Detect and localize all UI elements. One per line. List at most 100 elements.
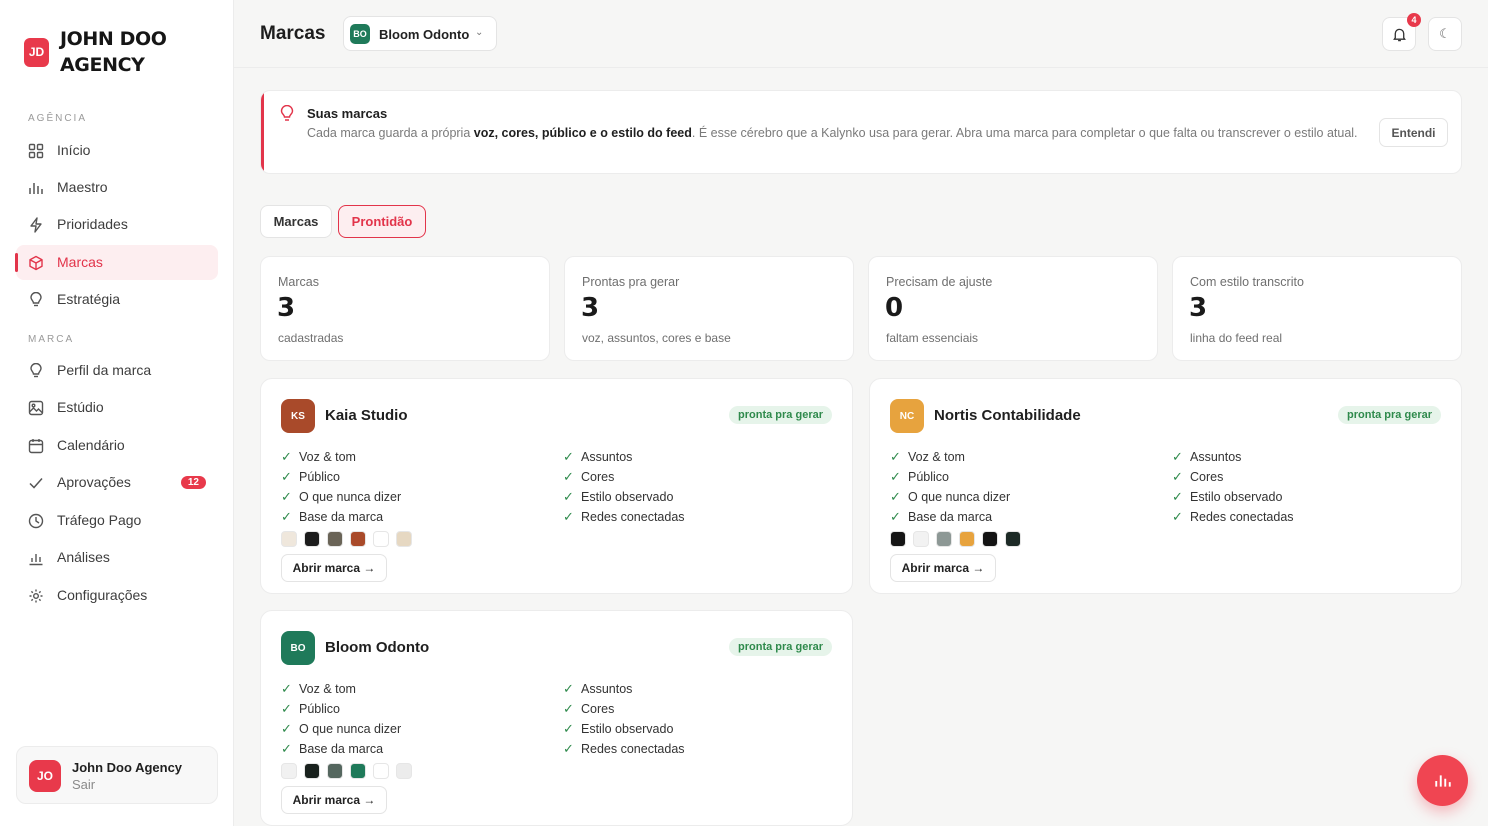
user-card[interactable]: JO John Doo Agency Sair <box>16 746 218 804</box>
checklist-label: Assuntos <box>581 682 633 696</box>
brand-selector[interactable]: BO Bloom Odonto ⌄ <box>343 16 497 51</box>
banner-text-part: Cada marca guarda a própria <box>307 126 474 140</box>
check-icon: ✓ <box>563 741 574 756</box>
check-icon: ✓ <box>563 509 574 524</box>
calendar-icon <box>28 439 44 454</box>
sidebar-item-label: Análises <box>57 549 110 565</box>
sidebar-item-maestro[interactable]: Maestro <box>16 170 218 205</box>
brand-name[interactable]: Nortis Contabilidade <box>934 407 1081 424</box>
color-swatch <box>982 531 998 547</box>
color-swatch <box>913 531 929 547</box>
check-icon: ✓ <box>1172 449 1183 464</box>
check-icon: ✓ <box>281 721 292 736</box>
stat-subtitle: linha do feed real <box>1190 331 1283 345</box>
notifications-button[interactable]: 4 <box>1382 13 1421 51</box>
notification-count-badge: 4 <box>1407 13 1421 27</box>
color-swatch <box>396 763 412 779</box>
checklist-item: ✓ Estilo observado <box>563 487 823 507</box>
color-swatch <box>281 763 297 779</box>
open-brand-button[interactable]: Abrir marca → <box>281 786 387 814</box>
dismiss-banner-button[interactable]: Entendi <box>1379 118 1448 147</box>
sidebar-item-trafego-pago[interactable]: Tráfego Pago <box>16 503 218 538</box>
stat-card: Prontas pra gerar 3 voz, assuntos, cores… <box>564 256 854 361</box>
check-icon: ✓ <box>281 449 292 464</box>
checklist-label: Base da marca <box>908 510 993 524</box>
sidebar-item-label: Marcas <box>57 254 103 270</box>
banner-text-part: . É esse cérebro que a Kalynko usa para … <box>691 126 1358 140</box>
checklist-label: Estilo observado <box>1190 490 1283 504</box>
tab-prontidao[interactable]: Prontidão <box>338 205 426 238</box>
tab-marcas[interactable]: Marcas <box>260 205 332 238</box>
checklist-label: Redes conectadas <box>581 742 685 756</box>
open-brand-button[interactable]: Abrir marca → <box>281 554 387 582</box>
check-icon: ✓ <box>281 469 292 484</box>
brand-name[interactable]: Kaia Studio <box>325 407 408 424</box>
bulb-icon <box>280 105 294 121</box>
checklist-label: Voz & tom <box>299 450 356 464</box>
avatar: JO <box>29 760 61 792</box>
check-icon: ✓ <box>563 469 574 484</box>
nav-section-marca: MARCA <box>28 334 75 345</box>
stat-label: Precisam de ajuste <box>886 275 993 289</box>
checklist-item: ✓ Base da marca <box>281 507 541 527</box>
check-icon: ✓ <box>281 741 292 756</box>
theme-toggle-button[interactable]: ☾ <box>1428 17 1462 51</box>
sidebar-item-aprovacoes[interactable]: Aprovações 12 <box>16 465 218 500</box>
agency-name: JOHN DOO AGENCY <box>60 28 167 76</box>
checklist-label: Público <box>299 470 340 484</box>
checklist-item: ✓ Redes conectadas <box>563 507 823 527</box>
logout-link[interactable]: Sair <box>72 777 95 792</box>
sidebar-item-inicio[interactable]: Início <box>16 133 218 168</box>
stat-value: 0 <box>885 293 904 323</box>
analytics-fab-button[interactable] <box>1417 755 1468 806</box>
check-icon: ✓ <box>281 509 292 524</box>
color-swatch <box>327 763 343 779</box>
sidebar-item-configuracoes[interactable]: Configurações <box>16 578 218 613</box>
checklist-label: O que nunca dizer <box>299 722 402 736</box>
color-swatch <box>890 531 906 547</box>
sidebar-item-perfil-da-marca[interactable]: Perfil da marca <box>16 353 218 388</box>
checklist-item: ✓ Redes conectadas <box>1172 507 1432 527</box>
gear-icon <box>29 589 43 603</box>
chevron-down-icon: ⌄ <box>475 27 484 38</box>
checklist-left: ✓ Voz & tom ✓ Público ✓ O que nunca dizer ✓ Bas… <box>281 679 541 759</box>
sidebar-item-label: Aprovações <box>57 474 131 490</box>
brand-card-nortis-contabilidade: NC Nortis Contabilidade pronta pra gerar ✓ V… <box>869 378 1462 594</box>
checklist-label: Redes conectadas <box>581 510 685 524</box>
image-icon <box>28 400 44 416</box>
color-swatch <box>373 763 389 779</box>
sidebar-item-estudio[interactable]: Estúdio <box>16 390 218 425</box>
color-swatch <box>373 531 389 547</box>
cube-icon <box>29 255 43 271</box>
checklist-item: ✓ Estilo observado <box>563 719 823 739</box>
stat-subtitle: cadastradas <box>278 331 344 345</box>
checklist-label: Público <box>299 702 340 716</box>
checklist-right: ✓ Assuntos ✓ Cores ✓ Estilo observado ✓ Redes c… <box>563 679 823 759</box>
check-icon: ✓ <box>563 489 574 504</box>
sidebar-item-estrategia[interactable]: Estratégia <box>16 282 218 317</box>
checklist-item: ✓ O que nunca dizer <box>281 487 541 507</box>
bell-icon <box>1392 28 1406 41</box>
brand-name[interactable]: Bloom Odonto <box>325 639 429 656</box>
sidebar-item-marcas[interactable]: Marcas <box>15 245 218 280</box>
sidebar-item-calendario[interactable]: Calendário <box>16 428 218 463</box>
checklist-label: Cores <box>581 702 615 716</box>
top-header: Marcas BO Bloom Odonto ⌄ 4 ☾ <box>234 0 1488 68</box>
checklist-label: O que nunca dizer <box>299 490 402 504</box>
stat-card: Precisam de ajuste 0 faltam essenciais <box>868 256 1158 361</box>
agency-brand[interactable]: JD JOHN DOO AGENCY <box>24 26 200 78</box>
open-brand-button[interactable]: Abrir marca → <box>890 554 996 582</box>
sidebar-item-prioridades[interactable]: Prioridades <box>16 207 218 242</box>
check-icon: ✓ <box>890 469 901 484</box>
color-swatch <box>350 531 366 547</box>
status-badge: pronta pra gerar <box>729 638 832 656</box>
sidebar-item-label: Configurações <box>57 587 148 603</box>
grid-icon <box>28 143 44 159</box>
color-swatch <box>327 531 343 547</box>
sidebar-item-analises[interactable]: Análises <box>16 540 218 575</box>
checklist-item: ✓ Cores <box>1172 467 1432 487</box>
stat-label: Marcas <box>278 275 319 289</box>
checklist-item: ✓ Voz & tom <box>890 447 1150 467</box>
brand-card-bloom-odonto: BO Bloom Odonto pronta pra gerar ✓ Voz & tom… <box>260 610 853 826</box>
status-badge: pronta pra gerar <box>1338 406 1441 424</box>
